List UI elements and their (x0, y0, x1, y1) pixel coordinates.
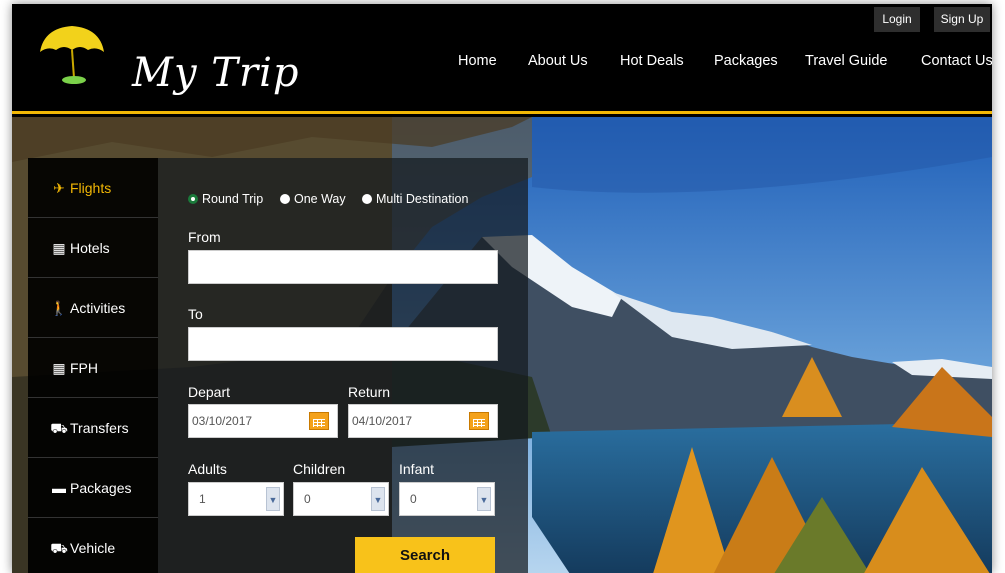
building-icon: ▦ (52, 360, 66, 376)
from-label: From (188, 229, 221, 245)
tab-flights[interactable]: ✈ Flights (28, 158, 158, 218)
depart-label: Depart (188, 384, 231, 400)
tab-packages[interactable]: ▬ Packages (28, 458, 158, 518)
flight-search-panel: Round Trip One Way Multi Destination Fro… (158, 158, 528, 573)
radio-unselected-icon (362, 194, 372, 204)
nav-home[interactable]: Home (458, 53, 497, 69)
children-label: Children (293, 461, 346, 477)
site-header: My Trip Login Sign Up Home About Us Hot … (12, 4, 992, 114)
nav-contact-us[interactable]: Contact Us (921, 53, 992, 69)
plane-icon: ✈ (53, 180, 65, 196)
adults-value: 1 (199, 492, 206, 506)
ticket-icon: ▬ (52, 480, 66, 496)
children-value: 0 (304, 492, 311, 506)
tab-label: Hotels (70, 240, 110, 256)
tab-hotels[interactable]: ▦ Hotels (28, 218, 158, 278)
tab-label: FPH (70, 360, 98, 376)
adults-select[interactable]: 1 ▼ (188, 482, 284, 516)
tab-label: Vehicle (70, 540, 116, 556)
tab-label: Transfers (70, 420, 129, 436)
tab-label: Packages (70, 480, 132, 496)
radio-unselected-icon (280, 194, 290, 204)
walker-icon: 🚶 (50, 300, 68, 316)
chevron-down-icon: ▼ (371, 487, 385, 511)
chevron-down-icon: ▼ (266, 487, 280, 511)
car-icon: ⛟ (50, 420, 68, 436)
nav-travel-guide[interactable]: Travel Guide (805, 53, 887, 69)
calendar-icon[interactable] (309, 412, 329, 430)
signup-button[interactable]: Sign Up (934, 7, 990, 32)
main-nav: Home About Us Hot Deals Packages Travel … (12, 53, 992, 75)
radio-round-trip-label: Round Trip (202, 192, 264, 206)
infant-label: Infant (399, 461, 435, 477)
adults-label: Adults (188, 461, 227, 477)
return-date-input[interactable]: 04/10/2017 (348, 404, 498, 438)
radio-selected-icon (188, 194, 198, 204)
to-label: To (188, 306, 203, 322)
hero-banner: ✈ Flights ▦ Hotels 🚶 Activities ▦ FPH ⛟ Transfers… (12, 117, 992, 573)
tab-activities[interactable]: 🚶 Activities (28, 278, 158, 338)
infant-select[interactable]: 0 ▼ (399, 482, 495, 516)
car-icon: ⛟ (50, 540, 68, 556)
return-date-value: 04/10/2017 (352, 414, 413, 428)
tab-label: Activities (70, 300, 126, 316)
building-icon: ▦ (52, 240, 66, 256)
nav-hot-deals[interactable]: Hot Deals (620, 53, 684, 69)
booking-tabs: ✈ Flights ▦ Hotels 🚶 Activities ▦ FPH ⛟ Transfers… (28, 158, 158, 573)
tab-label: Flights (70, 180, 112, 196)
return-label: Return (348, 384, 391, 400)
to-input[interactable] (188, 327, 498, 361)
trip-type-group: Round Trip One Way Multi Destination (188, 190, 528, 208)
nav-packages[interactable]: Packages (714, 53, 778, 69)
from-input[interactable] (188, 250, 498, 284)
login-button[interactable]: Login (874, 7, 920, 32)
depart-date-input[interactable]: 03/10/2017 (188, 404, 338, 438)
radio-multi-destination-label: Multi Destination (376, 192, 469, 206)
tab-fph[interactable]: ▦ FPH (28, 338, 158, 398)
tab-transfers[interactable]: ⛟ Transfers (28, 398, 158, 458)
tab-vehicle[interactable]: ⛟ Vehicle (28, 518, 158, 573)
radio-one-way-label: One Way (294, 192, 346, 206)
children-select[interactable]: 0 ▼ (293, 482, 389, 516)
chevron-down-icon: ▼ (477, 487, 491, 511)
depart-date-value: 03/10/2017 (192, 414, 253, 428)
nav-about-us[interactable]: About Us (528, 53, 588, 69)
page-frame: My Trip Login Sign Up Home About Us Hot … (12, 4, 992, 573)
calendar-icon[interactable] (469, 412, 489, 430)
search-button[interactable]: Search (355, 537, 495, 573)
infant-value: 0 (410, 492, 417, 506)
